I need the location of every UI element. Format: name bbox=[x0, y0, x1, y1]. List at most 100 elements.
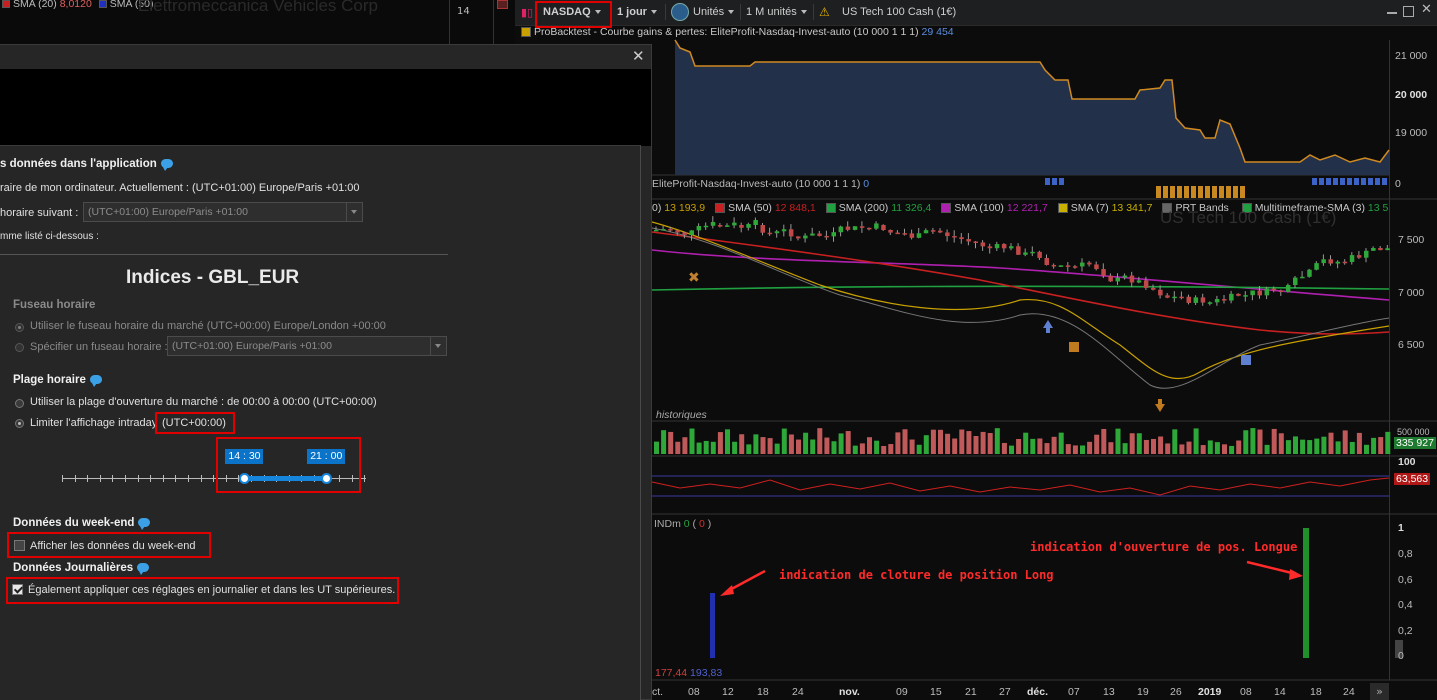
backtest-sub-legend: EliteProfit-Nasdaq-Invest-auto (10 000 1… bbox=[652, 178, 870, 190]
slider-tick bbox=[188, 475, 189, 482]
volume-bar bbox=[1349, 441, 1355, 454]
candle-body bbox=[980, 242, 986, 247]
x-tick: 26 bbox=[1170, 686, 1182, 698]
volume-bar bbox=[1264, 444, 1270, 454]
volume-bar bbox=[1285, 440, 1291, 454]
candle-body bbox=[1072, 266, 1078, 268]
candle-body bbox=[1080, 262, 1085, 267]
candle-body bbox=[746, 224, 751, 228]
candle-body bbox=[774, 231, 780, 234]
candle-body bbox=[1250, 290, 1255, 296]
candle-body bbox=[732, 222, 737, 226]
svg-text:✖: ✖ bbox=[688, 270, 700, 286]
volume-bar bbox=[717, 432, 723, 454]
candle-body bbox=[710, 222, 716, 226]
volume-bar bbox=[654, 441, 659, 454]
candle-body bbox=[1278, 290, 1284, 292]
candle-body bbox=[952, 236, 957, 238]
range-full-radio[interactable] bbox=[15, 399, 24, 408]
volume-bar bbox=[1023, 432, 1029, 454]
volume-bar bbox=[803, 432, 809, 454]
ind-y-tick: 0,2 bbox=[1398, 625, 1413, 637]
volume-bar bbox=[1172, 429, 1178, 454]
candle-body bbox=[874, 223, 879, 229]
x-tick: 12 bbox=[722, 686, 734, 698]
volume-bar bbox=[1193, 428, 1199, 454]
candle-body bbox=[1023, 252, 1028, 255]
following-tz-select[interactable]: (UTC+01:00) Europe/Paris +01:00 bbox=[83, 202, 363, 222]
candle-body bbox=[703, 225, 709, 228]
candle-body bbox=[753, 220, 758, 225]
volume-bar bbox=[1122, 443, 1128, 454]
volume-bar bbox=[838, 433, 844, 454]
volume-bar bbox=[980, 431, 986, 454]
ind-y-tick: 0,4 bbox=[1398, 599, 1413, 611]
info-bubble-icon[interactable] bbox=[137, 563, 150, 576]
tz-section-title: Fuseau horaire bbox=[13, 299, 96, 311]
volume-bar bbox=[1115, 428, 1121, 454]
volume-bar bbox=[902, 429, 908, 454]
legend-value: 11 326,4 bbox=[891, 202, 932, 214]
volume-bar bbox=[859, 443, 865, 454]
ind-bottom-values: 177,44 193,83 bbox=[655, 667, 723, 679]
scroll-right-button[interactable]: » bbox=[1370, 683, 1389, 700]
info-bubble-icon[interactable] bbox=[138, 518, 151, 531]
legend-value: 13 341,7 bbox=[1111, 202, 1153, 214]
candle-body bbox=[788, 229, 794, 237]
candle-body bbox=[760, 225, 765, 233]
candle-body bbox=[668, 229, 673, 231]
x-tick: 14 bbox=[1274, 686, 1286, 698]
utc-highlight bbox=[155, 412, 235, 434]
candle-body bbox=[1193, 297, 1199, 303]
candle-body bbox=[1065, 265, 1071, 267]
annotation-close-long: indication de cloture de position Long bbox=[779, 568, 1054, 582]
range-limit-radio[interactable] bbox=[15, 419, 24, 428]
candle-body bbox=[1179, 296, 1184, 299]
dialog-close-button[interactable]: ✕ bbox=[632, 47, 645, 65]
candle-body bbox=[1101, 269, 1106, 276]
weekend-section-title: Données du week-end bbox=[13, 517, 151, 531]
volume-bar bbox=[1001, 442, 1007, 454]
slider-tick bbox=[74, 475, 76, 482]
candle-body bbox=[1307, 269, 1312, 277]
tz-specify-select[interactable]: (UTC+01:00) Europe/Paris +01:00 bbox=[167, 336, 447, 356]
volume-bar bbox=[824, 437, 830, 454]
tz-specify-radio[interactable] bbox=[15, 343, 24, 352]
volume-bar bbox=[689, 428, 695, 454]
price-y-tick: 7 000 bbox=[1398, 287, 1425, 299]
x-tick: 13 bbox=[1103, 686, 1115, 698]
candle-body bbox=[1151, 287, 1156, 290]
volume-bar bbox=[732, 441, 738, 454]
index-title: Indices - GBL_EUR bbox=[126, 267, 300, 288]
volume-bar bbox=[952, 438, 958, 454]
x-tick: 24 bbox=[1343, 686, 1355, 698]
candle-body bbox=[938, 230, 943, 233]
x-tick: 24 bbox=[792, 686, 804, 698]
x-tick: 15 bbox=[930, 686, 942, 698]
candle-body bbox=[959, 237, 964, 240]
candle-body bbox=[654, 229, 659, 232]
candle-body bbox=[916, 233, 922, 238]
legend-label: SMA (50) bbox=[728, 202, 772, 214]
candle-body bbox=[1314, 263, 1319, 270]
slider-tick bbox=[62, 475, 63, 482]
slider-tick bbox=[137, 475, 139, 482]
volume-bar bbox=[973, 436, 979, 454]
candle-body bbox=[1044, 257, 1049, 265]
candle-body bbox=[1115, 277, 1120, 282]
volume-bar bbox=[1094, 434, 1100, 454]
info-bubble-icon[interactable] bbox=[89, 375, 102, 388]
ind-y-tick: 0,6 bbox=[1398, 574, 1413, 586]
candle-body bbox=[966, 239, 971, 242]
tz-market-radio[interactable] bbox=[15, 323, 24, 332]
volume-bar bbox=[661, 430, 667, 454]
candle-body bbox=[1030, 251, 1035, 254]
volume-bar bbox=[959, 429, 965, 454]
candle-body bbox=[895, 232, 900, 235]
volume-bar bbox=[831, 441, 837, 454]
dialog-header-area bbox=[0, 69, 651, 146]
legend-label: SMA (100) bbox=[954, 202, 1004, 214]
candle-body bbox=[1009, 246, 1014, 249]
candle-body bbox=[930, 230, 936, 232]
info-bubble-icon[interactable] bbox=[160, 159, 173, 172]
